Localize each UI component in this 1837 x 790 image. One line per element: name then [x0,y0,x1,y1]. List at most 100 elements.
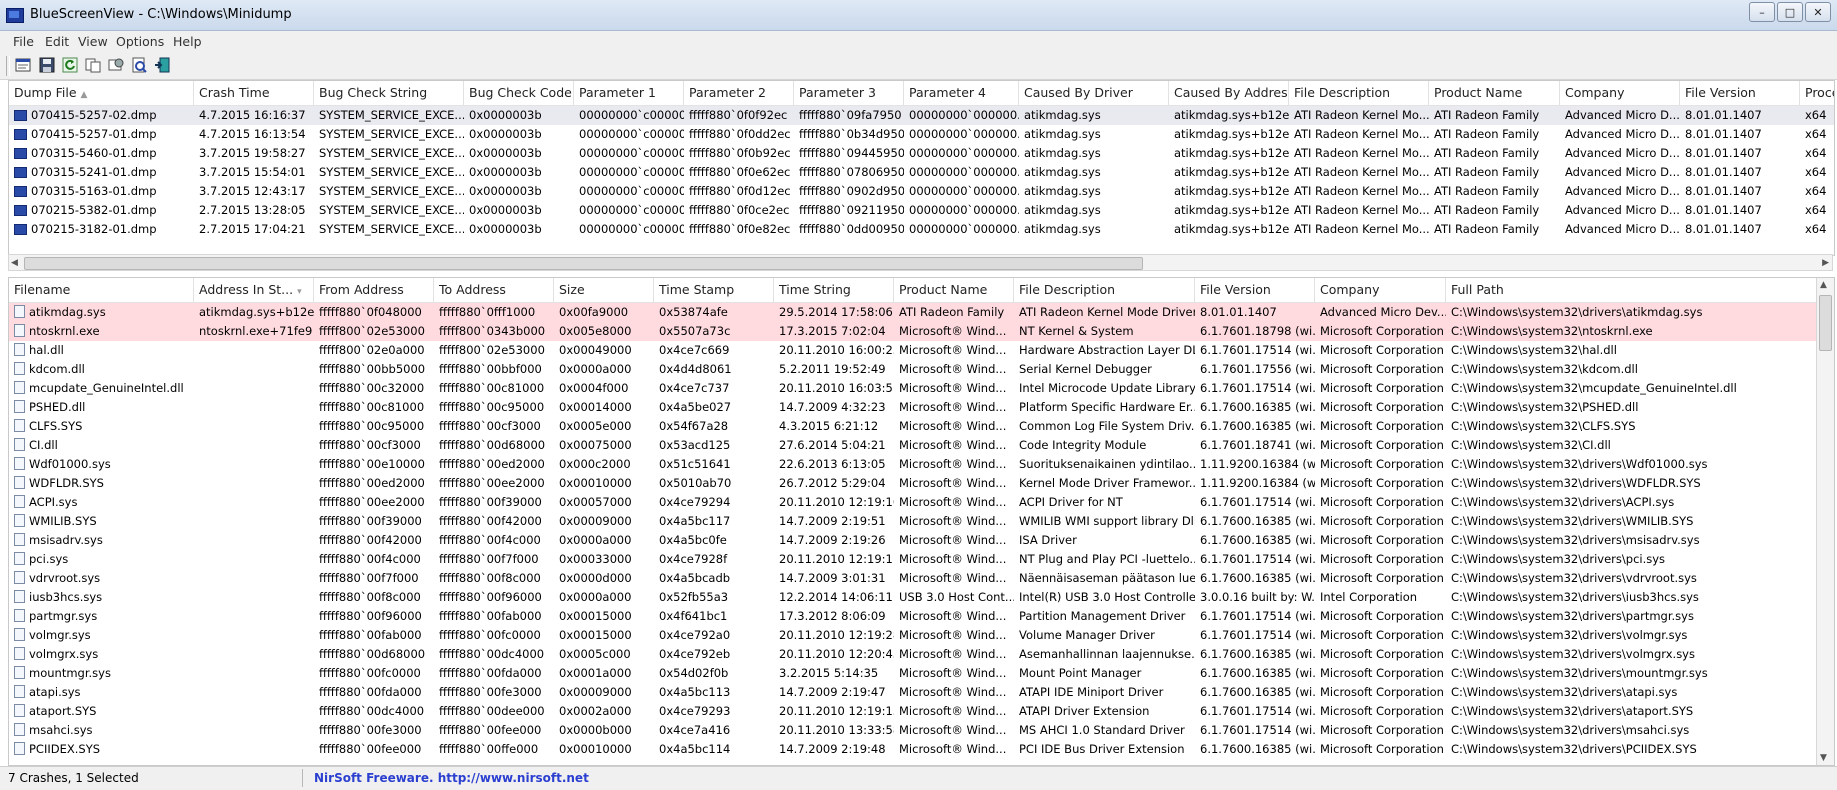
column-header-parameter-1[interactable]: Parameter 1 [574,81,684,105]
driver-row[interactable]: atapi.sys fffff880`00fda000 fffff880`00fe3… [9,683,1817,702]
crash-row[interactable]: 070215-5382-01.dmp 2.7.2015 13:28:05 SYSTE… [9,201,1834,220]
driver-row[interactable]: ntoskrnl.exe ntoskrnl.exe+71fe9 fffff800`0… [9,322,1817,341]
driver-row[interactable]: msahci.sys fffff880`00fe3000 fffff880`00fe… [9,721,1817,740]
driver-row[interactable]: mountmgr.sys fffff880`00fc0000 fffff880`00… [9,664,1817,683]
driver-row[interactable]: CLFS.SYS fffff880`00c95000 fffff880`00cf30… [9,417,1817,436]
driver-row[interactable]: pci.sys fffff880`00f4c000 fffff880`00f7f00… [9,550,1817,569]
column-header-time-string[interactable]: Time String [774,278,894,302]
cell-size: 0x00015000 [554,607,654,626]
crash-list-scroll-thumb[interactable] [24,257,1143,270]
cell-text: 0x4ce7a416 [659,723,731,737]
column-header-parameter-2[interactable]: Parameter 2 [684,81,794,105]
column-header-crash-time[interactable]: Crash Time [194,81,314,105]
column-header-parameter-4[interactable]: Parameter 4 [904,81,1019,105]
column-header-company[interactable]: Company [1315,278,1446,302]
cell-parameter-1: 00000000`c00000... [574,182,684,201]
cell-time-stamp: 0x4a5bc117 [654,512,774,531]
maximize-button[interactable]: □ [1777,2,1803,22]
column-header-caused-by-driver[interactable]: Caused By Driver [1019,81,1169,105]
column-header-full-path[interactable]: Full Path [1446,278,1817,302]
cell-text: PSHED.dll [29,400,86,414]
column-header-caused-by-address[interactable]: Caused By Address [1169,81,1289,105]
column-header-size[interactable]: Size [554,278,654,302]
driver-row[interactable]: volmgr.sys fffff880`00fab000 fffff880`00fc… [9,626,1817,645]
refresh-icon[interactable] [61,56,79,74]
driver-row[interactable]: partmgr.sys fffff880`00f96000 fffff880`00f… [9,607,1817,626]
crash-row[interactable]: 070315-5241-01.dmp 3.7.2015 15:54:01 SYSTE… [9,163,1834,182]
cell-text: 5.2.2011 19:52:49 [779,362,886,376]
report-icon[interactable] [130,56,148,74]
copy-icon[interactable] [84,56,102,74]
column-header-company[interactable]: Company [1560,81,1680,105]
cell-size: 0x0005e000 [554,417,654,436]
driver-row[interactable]: Wdf01000.sys fffff880`00e10000 fffff880`00… [9,455,1817,474]
scroll-left-arrow-icon[interactable]: ◀ [11,258,18,268]
column-header-address-in-stack[interactable]: Address In St... ▾ [194,278,314,302]
driver-row[interactable]: ataport.SYS fffff880`00dc4000 fffff880`00d… [9,702,1817,721]
crash-row[interactable]: 070315-5460-01.dmp 3.7.2015 19:58:27 SYSTE… [9,144,1834,163]
properties-icon[interactable] [14,56,32,74]
cell-text: 0x52fb55a3 [659,590,729,604]
column-header-product-name[interactable]: Product Name [894,278,1014,302]
column-header-to-address[interactable]: To Address [434,278,554,302]
column-header-bug-check-string[interactable]: Bug Check String [314,81,464,105]
close-button[interactable]: ✕ [1805,2,1831,22]
options-icon[interactable] [107,56,125,74]
nirsoft-link[interactable]: NirSoft Freeware. http://www.nirsoft.net [314,771,589,785]
crash-row[interactable]: 070415-5257-02.dmp 4.7.2015 16:16:37 SYSTE… [9,106,1834,125]
cell-text: fffff880`00fc0000 [319,666,421,680]
column-header-product-name[interactable]: Product Name [1429,81,1560,105]
driver-list-scroll-thumb[interactable] [1819,295,1832,351]
driver-list-vertical-scrollbar[interactable]: ▲ ▼ [1816,278,1834,765]
cell-text: ATI Radeon Family [1434,127,1540,141]
scroll-down-arrow-icon[interactable]: ▼ [1820,753,1827,763]
column-header-file-description[interactable]: File Description [1289,81,1429,105]
column-header-dump-file[interactable]: Dump File ▲ [9,81,194,105]
menu-view[interactable]: View [78,34,108,49]
cell-address-in-stack [194,398,314,417]
driver-row[interactable]: msisadrv.sys fffff880`00f42000 fffff880`00… [9,531,1817,550]
cell-address-in-stack [194,607,314,626]
save-icon[interactable] [38,56,56,74]
scroll-right-arrow-icon[interactable]: ▶ [1822,258,1829,268]
menu-edit[interactable]: Edit [45,34,69,49]
column-header-file-version[interactable]: File Version [1195,278,1315,302]
driver-row[interactable]: ACPI.sys fffff880`00ee2000 fffff880`00f390… [9,493,1817,512]
menu-options[interactable]: Options [116,34,164,49]
crash-list-horizontal-scrollbar[interactable]: ◀ ▶ [8,254,1833,271]
driver-row[interactable]: PSHED.dll fffff880`00c81000 fffff880`00c95… [9,398,1817,417]
cell-caused-by-address: atikmdag.sys+b12ec [1169,182,1289,201]
cell-from-address: fffff880`00d68000 [314,645,434,664]
column-header-parameter-3[interactable]: Parameter 3 [794,81,904,105]
driver-row[interactable]: hal.dll fffff800`02e0a000 fffff800`02e5300… [9,341,1817,360]
menu-file[interactable]: File [13,34,34,49]
driver-row[interactable]: WDFLDR.SYS fffff880`00ed2000 fffff880`00ee… [9,474,1817,493]
exit-icon[interactable] [153,56,171,74]
file-icon [14,666,25,679]
driver-row[interactable]: iusb3hcs.sys fffff880`00f8c000 fffff880`00… [9,588,1817,607]
column-header-file-version[interactable]: File Version [1680,81,1800,105]
driver-row[interactable]: CI.dll fffff880`00cf3000 fffff880`00d68000… [9,436,1817,455]
scroll-up-arrow-icon[interactable]: ▲ [1820,280,1827,290]
cell-text: Asemanhallinnan laajennukse... [1019,647,1195,661]
driver-row[interactable]: kdcom.dll fffff880`00bb5000 fffff880`00bbf… [9,360,1817,379]
driver-row[interactable]: mcupdate_GenuineIntel.dll fffff880`00c320… [9,379,1817,398]
column-header-file-description[interactable]: File Description [1014,278,1195,302]
column-header-filename[interactable]: Filename [9,278,194,302]
column-header-processor[interactable]: Processor [1800,81,1834,105]
driver-row[interactable]: volmgrx.sys fffff880`00d68000 fffff880`00d… [9,645,1817,664]
column-header-from-address[interactable]: From Address [314,278,434,302]
crash-row[interactable]: 070315-5163-01.dmp 3.7.2015 12:43:17 SYSTE… [9,182,1834,201]
minimize-button[interactable]: – [1749,2,1775,22]
driver-row[interactable]: PCIIDEX.SYS fffff880`00fee000 fffff880`00f… [9,740,1817,759]
driver-row[interactable]: WMILIB.SYS fffff880`00f39000 fffff880`00f4… [9,512,1817,531]
column-header-bug-check-code[interactable]: Bug Check Code [464,81,574,105]
crash-row[interactable]: 070215-3182-01.dmp 2.7.2015 17:04:21 SYSTE… [9,220,1834,239]
driver-row[interactable]: vdrvroot.sys fffff880`00f7f000 fffff880`00… [9,569,1817,588]
crash-row[interactable]: 070415-5257-01.dmp 4.7.2015 16:13:54 SYSTE… [9,125,1834,144]
driver-row[interactable]: atikmdag.sys atikmdag.sys+b12ec fffff880`0… [9,303,1817,322]
menu-help[interactable]: Help [173,34,202,49]
column-header-time-stamp[interactable]: Time Stamp [654,278,774,302]
cell-dump-file: 070315-5241-01.dmp [9,163,194,182]
cell-time-stamp: 0x4a5bcadb [654,569,774,588]
